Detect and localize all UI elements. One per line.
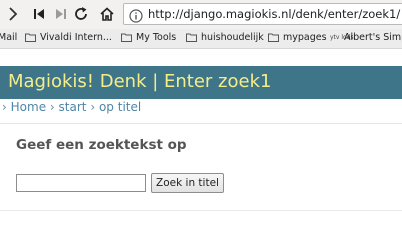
breadcrumb-link-op-titel[interactable]: op titel — [99, 100, 141, 114]
browser-toolbar: http://django.magiokis.nl/denk/enter/zoe… — [0, 0, 402, 29]
page-info-icon[interactable] — [129, 8, 143, 23]
rewind-icon[interactable] — [32, 6, 48, 22]
url-text: http://django.magiokis.nl/denk/enter/zoe… — [148, 7, 401, 21]
bookmark-label: Albert's Simp — [344, 32, 402, 43]
reload-icon[interactable] — [73, 6, 89, 22]
divider — [0, 123, 402, 124]
bookmark-label: Vivaldi Intern... — [40, 32, 112, 43]
bookmark-label: mypages — [283, 32, 327, 43]
bookmark-label: huishoudelijk — [201, 32, 264, 43]
breadcrumb-link-start[interactable]: start — [59, 100, 87, 114]
page-heading: Geef een zoektekst op — [16, 137, 187, 153]
search-title-button[interactable]: Zoek in titel — [151, 173, 224, 193]
banner-title: Magiokis! Denk | Enter zoek1 — [8, 71, 272, 92]
home-icon[interactable] — [99, 6, 115, 22]
search-input[interactable] — [16, 174, 146, 192]
bookmark-mypages[interactable]: mypages — [268, 32, 327, 43]
folder-icon — [25, 33, 36, 42]
bookmark-mail[interactable]: Mail — [0, 32, 17, 43]
bookmark-my-tools[interactable]: My Tools — [121, 32, 176, 43]
bookmark-alberts-simp[interactable]: ytv lods Albert's Simp — [330, 32, 402, 43]
divider — [0, 210, 402, 211]
folder-icon — [121, 33, 132, 42]
breadcrumb-link-home[interactable]: Home — [11, 100, 46, 114]
bookmark-label: My Tools — [136, 32, 177, 43]
folder-icon — [268, 33, 279, 42]
site-banner: Magiokis! Denk | Enter zoek1 — [0, 66, 402, 99]
breadcrumb-separator: › — [49, 100, 55, 114]
bookmark-huishoudelijk[interactable]: huishoudelijk — [186, 32, 264, 43]
breadcrumb-separator: › — [90, 100, 96, 114]
bookmark-vivaldi-intern[interactable]: Vivaldi Intern... — [25, 32, 112, 43]
fast-forward-icon[interactable] — [52, 6, 68, 22]
address-bar[interactable]: http://django.magiokis.nl/denk/enter/zoe… — [123, 3, 402, 25]
ytv-icon: ytv lods — [330, 33, 354, 41]
folder-icon — [186, 33, 197, 42]
breadcrumb-separator: › — [2, 100, 7, 114]
forward-chevron-icon[interactable] — [5, 6, 21, 22]
bookmarks-bar: Mail Vivaldi Intern... My Tools huishoud… — [0, 29, 402, 49]
breadcrumb: › Home › start › op titel — [2, 100, 141, 114]
bookmark-label: Mail — [0, 32, 18, 43]
